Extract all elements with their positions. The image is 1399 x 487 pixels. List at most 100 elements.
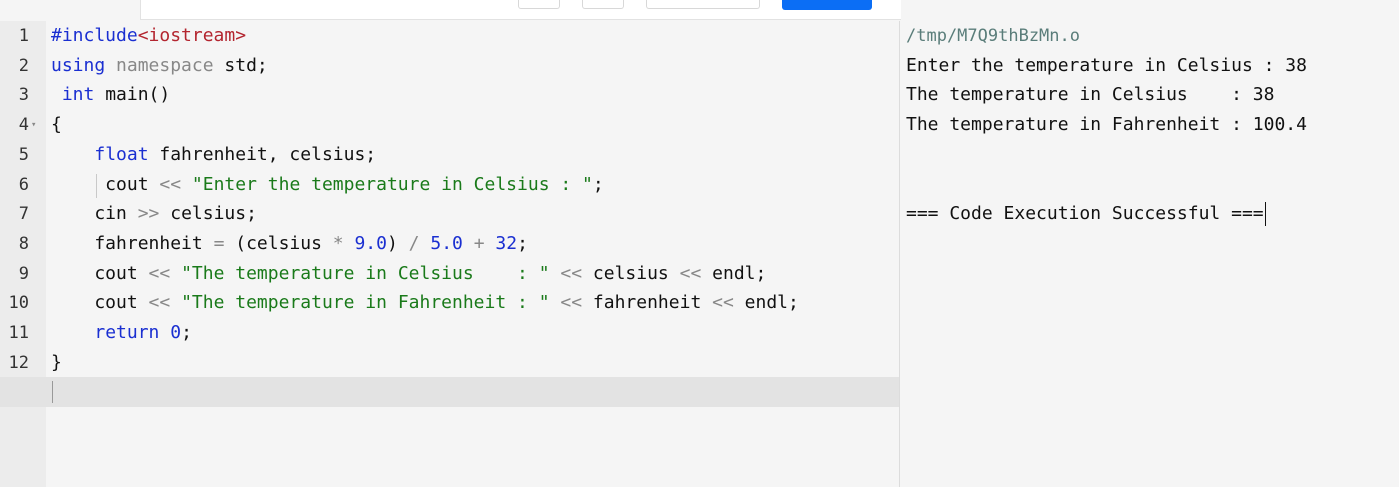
line-number: 2 [18, 56, 29, 76]
code-token: cout [51, 263, 149, 284]
indent-guide [96, 174, 97, 198]
code-token: <iostream> [137, 25, 247, 46]
execution-status-text: === Code Execution Successful === [906, 203, 1264, 224]
code-token: celsius [582, 263, 680, 284]
line-number: 11 [8, 323, 29, 343]
output-line: The temperature in Celsius : 38 [906, 84, 1275, 105]
toolbar [0, 0, 1399, 20]
active-line-highlight [0, 377, 899, 407]
line-number: 5 [18, 145, 29, 165]
code-token: cin [51, 203, 138, 224]
code-token: ; [592, 174, 604, 195]
text-cursor [52, 381, 53, 403]
code-line[interactable]: #include<iostream> [51, 21, 246, 51]
line-number: 3 [18, 85, 29, 105]
code-token: + [473, 233, 485, 254]
code-token: fahrenheit [51, 233, 214, 254]
code-token: "The temperature in Celsius : " [181, 263, 550, 284]
code-token: #include [51, 25, 138, 46]
code-token: using [51, 55, 106, 76]
code-token: << [148, 263, 171, 284]
code-editor[interactable]: 1234▾5678910111213 #include<iostream>usi… [0, 21, 899, 487]
line-number: 9 [18, 264, 29, 284]
line-number-gutter: 1234▾5678910111213 [0, 21, 46, 487]
code-line[interactable]: cout << "The temperature in Celsius : " … [51, 259, 766, 289]
code-token: "The temperature in Fahrenheit : " [181, 292, 550, 313]
code-line[interactable]: return 0; [51, 318, 192, 348]
code-token: << [148, 292, 171, 313]
code-line[interactable]: cout << "The temperature in Fahrenheit :… [51, 288, 799, 318]
code-token: (celsius [224, 233, 333, 254]
line-number: 4 [18, 115, 29, 135]
code-token: << [159, 174, 182, 195]
output-line: The temperature in Fahrenheit : 100.4 [906, 114, 1307, 135]
code-line[interactable]: } [51, 348, 62, 378]
output-path: /tmp/M7Q9thBzMn.o [906, 21, 1080, 51]
code-token: int [61, 84, 95, 105]
output-file-path: /tmp/M7Q9thBzMn.o [906, 26, 1080, 46]
code-token: ) [386, 233, 409, 254]
code-token: celsius; [159, 203, 257, 224]
code-token: = [213, 233, 225, 254]
code-token: endl; [733, 292, 799, 313]
line-number: 12 [8, 353, 29, 373]
code-token: fahrenheit, celsius; [148, 144, 377, 165]
code-token: * [332, 233, 344, 254]
code-token: return [94, 322, 160, 343]
line-number: 10 [8, 293, 29, 313]
code-token: { [51, 114, 62, 135]
code-token: endl; [701, 263, 767, 284]
run-button[interactable] [782, 0, 872, 10]
code-line[interactable]: cin >> celsius; [51, 199, 257, 229]
execution-status: === Code Execution Successful === [906, 199, 1266, 229]
line-number: 8 [18, 234, 29, 254]
code-token: "Enter the temperature in Celsius : " [191, 174, 593, 195]
line-number: 6 [18, 175, 29, 195]
code-token: namespace [116, 55, 214, 76]
toolbar-button[interactable] [582, 0, 624, 9]
code-line[interactable]: fahrenheit = (celsius * 9.0) / 5.0 + 32; [51, 229, 528, 259]
fold-toggle-icon[interactable]: ▾ [31, 110, 36, 140]
code-token: << [679, 263, 702, 284]
code-token: 9.0 [354, 233, 387, 254]
code-line[interactable]: float fahrenheit, celsius; [51, 140, 376, 170]
code-token: main() [94, 84, 171, 105]
code-line[interactable]: int main() [51, 80, 170, 110]
toolbar-dropdown[interactable] [646, 0, 760, 9]
code-token: std; [213, 55, 268, 76]
code-token: cout [51, 292, 149, 313]
code-token: 5.0 [430, 233, 463, 254]
code-token: / [408, 233, 420, 254]
code-token: << [712, 292, 734, 313]
toolbar-button[interactable] [518, 0, 560, 9]
code-token: cout [51, 174, 160, 195]
code-token: 32 [495, 233, 518, 254]
code-line[interactable]: { [51, 110, 62, 140]
line-number: 1 [18, 26, 29, 46]
code-line[interactable]: using namespace std; [51, 51, 268, 81]
code-token: >> [137, 203, 160, 224]
output-line: Enter the temperature in Celsius : 38 [906, 55, 1307, 76]
code-token: << [560, 292, 583, 313]
code-line[interactable]: cout << "Enter the temperature in Celsiu… [51, 170, 604, 200]
code-token: ; [517, 233, 528, 254]
output-cursor [1264, 202, 1266, 226]
code-token: ; [181, 322, 192, 343]
code-token: } [51, 352, 62, 373]
code-token: float [94, 144, 149, 165]
code-token: << [560, 263, 583, 284]
